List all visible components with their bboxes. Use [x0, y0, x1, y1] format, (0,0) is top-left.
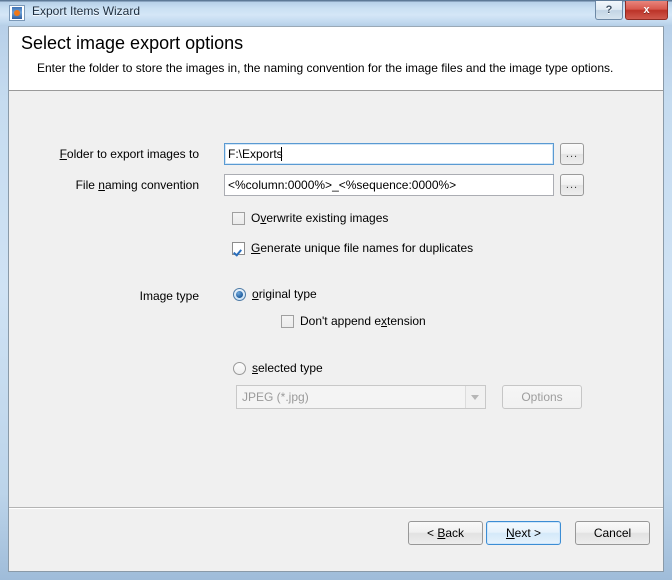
naming-label: File naming convention — [75, 178, 199, 192]
generate-unique-names-label: Generate unique file names for duplicate… — [251, 241, 474, 255]
export-wizard-icon — [9, 5, 25, 21]
original-type-radio-row[interactable]: original type — [233, 287, 317, 301]
dont-append-extension-label: Don't append extension — [300, 314, 426, 328]
overwrite-existing-label: Overwrite existing images — [251, 211, 389, 225]
window-title: Export Items Wizard — [32, 4, 141, 18]
checkmark-icon[interactable] — [232, 242, 245, 255]
options-panel: Folder to export images to ... File nami… — [9, 91, 663, 507]
text-caret — [281, 147, 282, 161]
folder-browse-button[interactable]: ... — [560, 143, 584, 165]
image-type-label: Image type — [139, 289, 199, 303]
overwrite-existing-checkbox-row[interactable]: Overwrite existing images — [232, 211, 388, 225]
selected-type-radio-row[interactable]: selected type — [233, 361, 323, 375]
image-format-value: JPEG (*.jpg) — [242, 390, 309, 404]
help-button[interactable]: ? — [595, 1, 623, 20]
folder-label: Folder to export images to — [59, 147, 199, 161]
naming-browse-button[interactable]: ... — [560, 174, 584, 196]
close-button[interactable]: x — [625, 1, 668, 20]
generate-unique-names-checkbox-row[interactable]: Generate unique file names for duplicate… — [232, 241, 473, 255]
format-options-button[interactable]: Options — [502, 385, 582, 409]
selected-type-label: selected type — [252, 361, 323, 375]
checkbox-icon[interactable] — [232, 212, 245, 225]
radio-unselected-icon[interactable] — [233, 362, 246, 375]
original-type-label: original type — [252, 287, 317, 301]
back-button[interactable]: < Back — [408, 521, 483, 545]
page-subtitle: Enter the folder to store the images in,… — [37, 61, 614, 75]
wizard-window: Export Items Wizard ? x Select image exp… — [0, 0, 672, 580]
footer-bar: < Back Next > Cancel — [9, 509, 663, 571]
next-button[interactable]: Next > — [486, 521, 561, 545]
client-area: Select image export options Enter the fo… — [8, 26, 664, 572]
cancel-button[interactable]: Cancel — [575, 521, 650, 545]
radio-selected-icon[interactable] — [233, 288, 246, 301]
dont-append-extension-checkbox-row[interactable]: Don't append extension — [281, 314, 426, 328]
naming-convention-input[interactable] — [224, 174, 554, 196]
image-format-select[interactable]: JPEG (*.jpg) — [236, 385, 486, 409]
page-header: Select image export options Enter the fo… — [9, 27, 663, 91]
page-title: Select image export options — [21, 33, 244, 53]
folder-input[interactable] — [224, 143, 554, 165]
checkbox-icon[interactable] — [281, 315, 294, 328]
title-bar[interactable]: Export Items Wizard ? x — [0, 0, 672, 26]
chevron-down-icon[interactable] — [465, 386, 485, 408]
